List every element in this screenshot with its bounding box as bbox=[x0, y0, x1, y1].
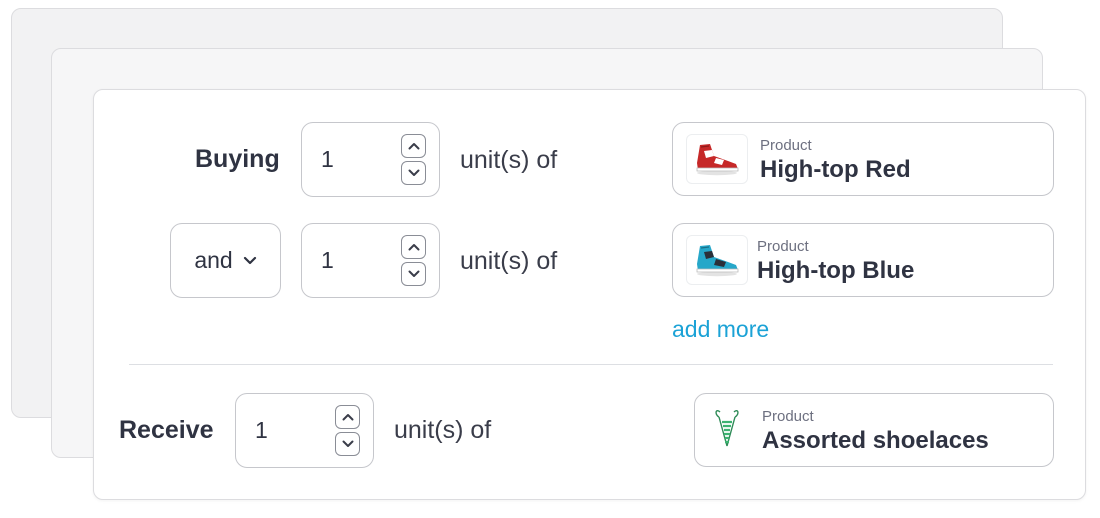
chevron-down-icon bbox=[408, 169, 419, 176]
rule-builder-card: Buying 1 unit(s) of Product High-top Red… bbox=[93, 89, 1086, 500]
shoelaces-icon bbox=[707, 405, 747, 455]
buying-quantity-stepper[interactable]: 1 bbox=[301, 122, 440, 197]
decrement-button[interactable] bbox=[401, 161, 426, 185]
product-caption: Product bbox=[760, 137, 812, 154]
increment-button[interactable] bbox=[335, 405, 360, 429]
receive-quantity-value[interactable]: 1 bbox=[255, 394, 268, 467]
receive-product-picker[interactable]: Product Assorted shoelaces bbox=[694, 393, 1054, 467]
product-name: High-top Blue bbox=[757, 257, 915, 284]
increment-button[interactable] bbox=[401, 134, 426, 158]
receive-quantity-stepper[interactable]: 1 bbox=[235, 393, 374, 468]
product-name: Assorted shoelaces bbox=[762, 427, 989, 454]
buying-unit-text: unit(s) of bbox=[460, 146, 558, 174]
blue-sneaker-icon bbox=[686, 235, 748, 285]
buying-label: Buying bbox=[195, 145, 280, 173]
receive-label: Receive bbox=[119, 416, 214, 444]
product-caption: Product bbox=[762, 408, 814, 425]
connector-select[interactable]: and bbox=[170, 223, 281, 298]
chevron-up-icon bbox=[408, 143, 419, 150]
add-more-link[interactable]: add more bbox=[672, 318, 769, 341]
increment-button[interactable] bbox=[401, 235, 426, 259]
connector-select-value: and bbox=[194, 247, 233, 273]
product-name: High-top Red bbox=[760, 156, 911, 183]
buying-product-picker[interactable]: Product High-top Red bbox=[672, 122, 1054, 196]
red-sneaker-icon bbox=[686, 134, 748, 184]
second-quantity-value[interactable]: 1 bbox=[321, 224, 334, 297]
buying-quantity-value[interactable]: 1 bbox=[321, 123, 334, 196]
chevron-down-icon bbox=[342, 440, 353, 447]
decrement-button[interactable] bbox=[335, 432, 360, 456]
product-caption: Product bbox=[757, 238, 809, 255]
chevron-down-icon bbox=[243, 256, 256, 265]
second-unit-text: unit(s) of bbox=[460, 247, 558, 275]
chevron-down-icon bbox=[408, 270, 419, 277]
receive-unit-text: unit(s) of bbox=[394, 416, 492, 444]
chevron-up-icon bbox=[342, 414, 353, 421]
second-quantity-stepper[interactable]: 1 bbox=[301, 223, 440, 298]
decrement-button[interactable] bbox=[401, 262, 426, 286]
section-divider bbox=[129, 364, 1053, 365]
chevron-up-icon bbox=[408, 244, 419, 251]
second-product-picker[interactable]: Product High-top Blue bbox=[672, 223, 1054, 297]
